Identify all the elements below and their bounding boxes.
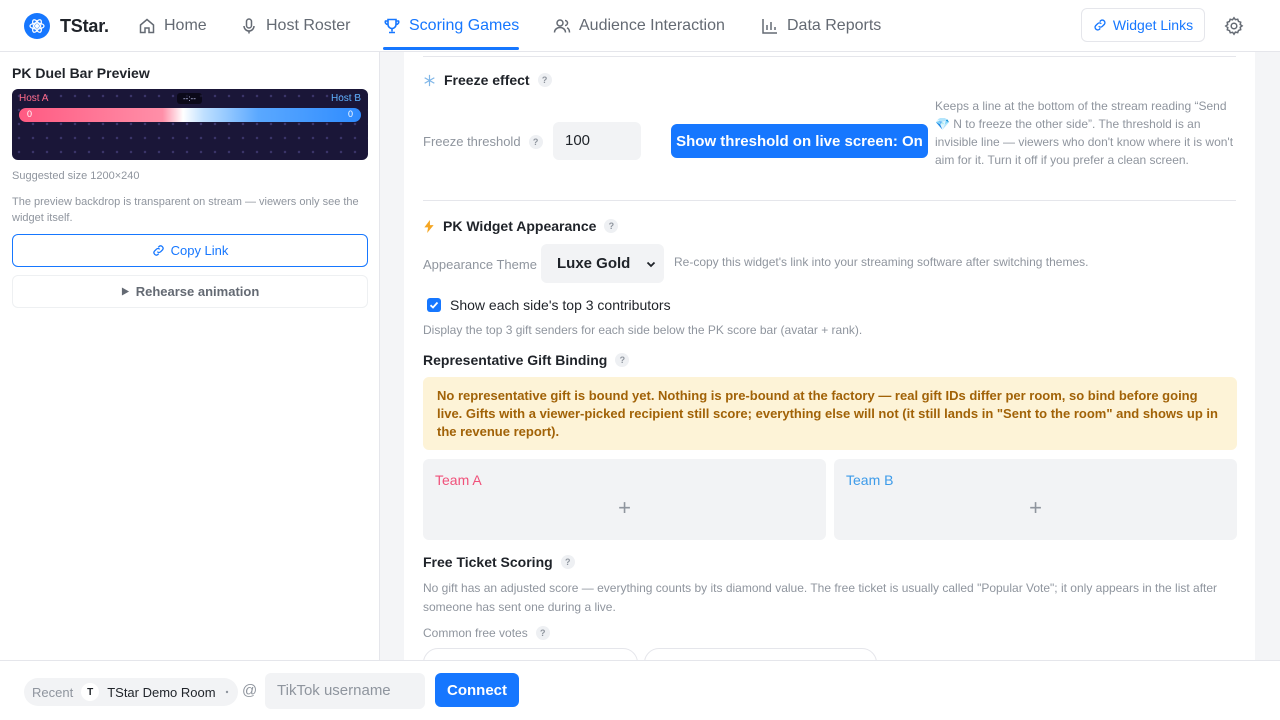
appearance-theme-label: Appearance Theme xyxy=(423,257,537,272)
nav-home-label: Home xyxy=(164,17,207,34)
free-ticket-description: No gift has an adjusted score — everythi… xyxy=(423,581,1218,614)
gift-binding-warning: No representative gift is bound yet. Not… xyxy=(423,377,1237,450)
pk-appearance-title: PK Widget Appearance xyxy=(443,218,597,234)
show-threshold-toggle-button[interactable]: Show threshold on live screen: On xyxy=(671,124,928,158)
top3-contributors-option[interactable]: Show each side's top 3 contributors xyxy=(427,297,671,313)
freeze-effect-header: Freeze effect ? xyxy=(423,72,552,88)
add-gift-icon[interactable]: + xyxy=(423,495,826,521)
top3-description: Display the top 3 gift senders for each … xyxy=(423,323,863,337)
preview-host-b: Host B xyxy=(330,93,361,104)
pk-duel-bar-preview: Host A --:-- Host B 0 0 xyxy=(12,89,368,160)
common-free-votes-label: Common free votes xyxy=(423,626,528,640)
team-a-binding-card[interactable]: Team A + xyxy=(423,459,826,540)
room-name: TStar Demo Room xyxy=(107,684,216,700)
brand[interactable]: TStar. xyxy=(24,13,109,39)
checkmark-icon xyxy=(429,301,439,309)
appearance-theme-value: Luxe Gold xyxy=(557,255,631,272)
gift-binding-header: Representative Gift Binding ? xyxy=(423,352,630,368)
rehearse-label: Rehearse animation xyxy=(135,284,260,299)
nav-scoring-games-label: Scoring Games xyxy=(409,17,520,34)
brand-logo-icon xyxy=(24,13,50,39)
suggested-size: Suggested size 1200×240 xyxy=(12,170,140,182)
chevron-down-icon xyxy=(225,690,228,694)
at-symbol: @ xyxy=(242,682,258,699)
help-icon[interactable]: ? xyxy=(615,353,630,367)
team-a-label: Team A xyxy=(435,472,482,488)
brand-name: TStar. xyxy=(60,15,109,36)
divider xyxy=(423,56,1236,57)
freeze-threshold-label-group: Freeze threshold ? xyxy=(423,134,543,149)
theme-note: Re-copy this widget's link into your str… xyxy=(674,255,1089,269)
divider xyxy=(423,200,1236,201)
gear-icon[interactable] xyxy=(1224,16,1244,36)
widget-links-label: Widget Links xyxy=(1112,17,1194,33)
freeze-threshold-input[interactable]: 100 xyxy=(553,122,641,160)
preview-timer: --:-- xyxy=(177,93,202,104)
lightning-icon xyxy=(424,219,434,233)
connect-button[interactable]: Connect xyxy=(435,673,519,707)
microphone-icon xyxy=(243,18,255,34)
left-panel: PK Duel Bar Preview Host A --:-- Host B … xyxy=(0,52,380,660)
help-icon[interactable]: ? xyxy=(528,134,543,149)
top3-checkbox[interactable] xyxy=(427,298,441,312)
freeze-description: Keeps a line at the bottom of the stream… xyxy=(935,99,1234,167)
nav-audience-interaction[interactable]: Audience Interaction xyxy=(553,0,725,52)
preview-score-b: 0 xyxy=(347,109,353,119)
home-icon xyxy=(139,18,155,34)
add-gift-icon[interactable]: + xyxy=(834,495,1237,521)
pk-appearance-header: PK Widget Appearance ? xyxy=(423,218,619,234)
help-icon[interactable]: ? xyxy=(537,73,552,87)
help-icon[interactable]: ? xyxy=(560,555,575,569)
preview-title: PK Duel Bar Preview xyxy=(12,65,150,81)
freeze-effect-title: Freeze effect xyxy=(444,72,530,88)
nav-data-reports[interactable]: Data Reports xyxy=(761,0,881,52)
free-vote-option[interactable] xyxy=(644,648,877,660)
bar-chart-icon xyxy=(762,19,777,34)
gift-binding-title: Representative Gift Binding xyxy=(423,352,608,368)
free-ticket-header: Free Ticket Scoring ? xyxy=(423,554,575,570)
link-icon xyxy=(1094,19,1106,31)
top3-label: Show each side's top 3 contributors xyxy=(450,297,671,313)
preview-score-a: 0 xyxy=(27,109,33,119)
nav-host-roster[interactable]: Host Roster xyxy=(240,0,350,52)
nav-audience-interaction-label: Audience Interaction xyxy=(579,17,725,34)
recent-room-chip[interactable]: Recent T TStar Demo Room xyxy=(24,678,238,706)
copy-link-label: Copy Link xyxy=(170,243,229,258)
team-b-binding-card[interactable]: Team B + xyxy=(834,459,1237,540)
team-b-label: Team B xyxy=(846,472,894,488)
pk-score-bar: 0 0 xyxy=(19,108,361,122)
scrollbar-track[interactable] xyxy=(1255,52,1280,660)
free-vote-option[interactable] xyxy=(423,648,638,660)
rehearse-animation-button[interactable]: Rehearse animation xyxy=(12,275,368,308)
common-free-votes-label-group: Common free votes ? xyxy=(423,626,550,640)
settings-content: Freeze effect ? Freeze threshold ? 100 S… xyxy=(404,52,1255,660)
copy-link-button[interactable]: Copy Link xyxy=(12,234,368,267)
help-icon[interactable]: ? xyxy=(535,626,550,640)
preview-host-a: Host A xyxy=(19,93,49,104)
free-ticket-title: Free Ticket Scoring xyxy=(423,554,553,570)
link-icon xyxy=(152,245,164,256)
nav-scoring-games[interactable]: Scoring Games xyxy=(383,0,520,52)
bottom-connect-bar: Recent T TStar Demo Room @ TikTok userna… xyxy=(0,660,1280,720)
play-icon xyxy=(121,287,129,296)
snowflake-icon xyxy=(424,74,435,86)
tiktok-username-input[interactable]: TikTok username xyxy=(265,673,425,709)
freeze-threshold-label: Freeze threshold xyxy=(423,134,521,149)
nav-home[interactable]: Home xyxy=(138,0,207,52)
nav-data-reports-label: Data Reports xyxy=(787,17,882,34)
trophy-icon xyxy=(384,18,400,34)
nav-host-roster-label: Host Roster xyxy=(266,17,351,34)
users-icon xyxy=(553,19,571,33)
backdrop-note: The preview backdrop is transparent on s… xyxy=(12,196,359,224)
room-avatar: T xyxy=(81,683,100,701)
widget-links-button[interactable]: Widget Links xyxy=(1081,8,1205,42)
appearance-theme-select[interactable]: Luxe Gold xyxy=(541,244,664,283)
top-nav: TStar. Home Host Roster Scoring Games Au… xyxy=(0,0,1280,52)
chevron-down-icon xyxy=(646,261,656,267)
help-icon[interactable]: ? xyxy=(604,219,619,233)
recent-label: Recent xyxy=(32,684,74,700)
